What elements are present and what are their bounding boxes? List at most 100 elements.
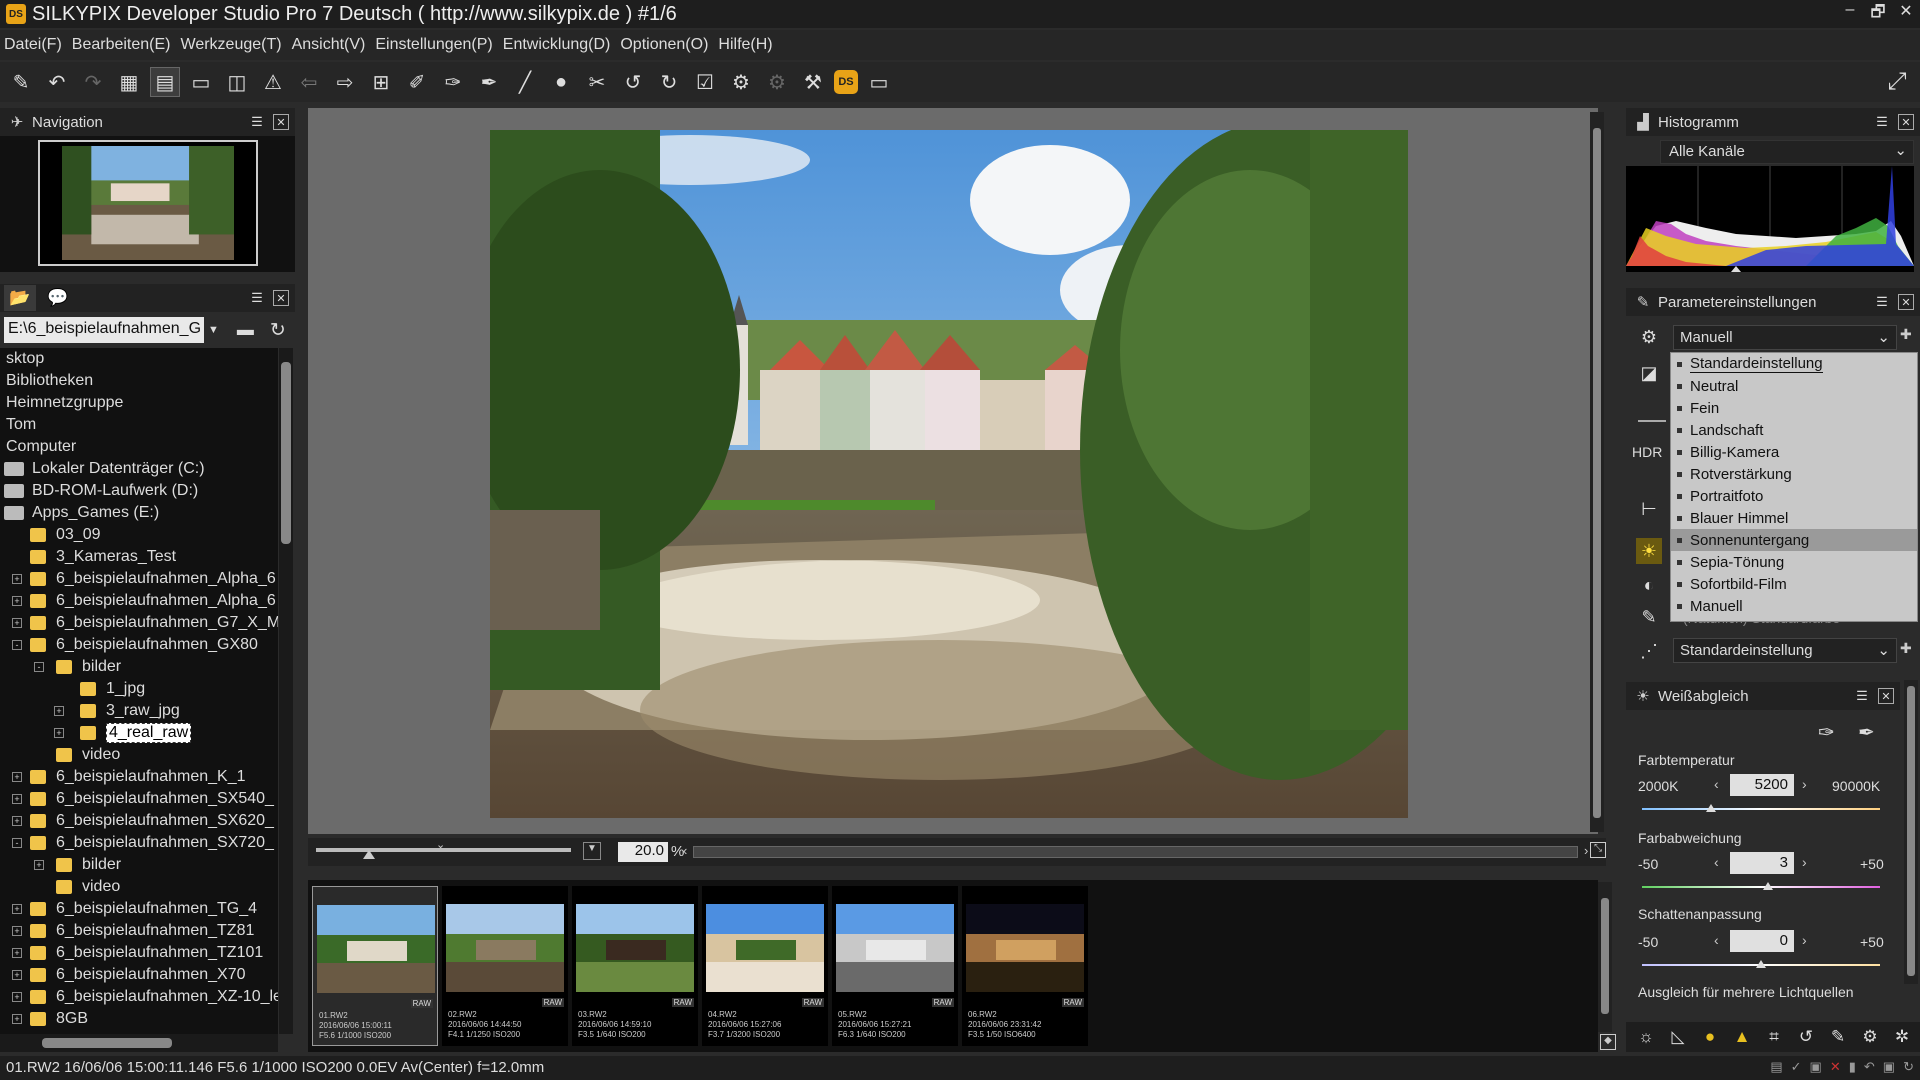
preset-select[interactable]: Manuell ⌄ — [1673, 325, 1897, 350]
tree-item[interactable]: +6_beispielaufnahmen_G7_X_M — [0, 612, 278, 634]
filmstrip-thumbnail[interactable]: RAW 06.RW2 2016/06/06 23:31:42 F3.5 1/50 IS… — [962, 886, 1088, 1046]
preset-option[interactable]: Portraitfoto — [1671, 485, 1917, 507]
scrollbar-thumb[interactable] — [42, 1038, 172, 1048]
panel-close-icon[interactable]: ✕ — [1898, 294, 1914, 310]
status-tag-icon[interactable]: ▮ — [1849, 1059, 1856, 1075]
pipette-wb-icon[interactable]: ✑ — [438, 67, 468, 97]
panel-close-icon[interactable]: ✕ — [1898, 114, 1914, 130]
next-icon[interactable]: ⇨ — [330, 67, 360, 97]
close-button[interactable]: ✕ — [1892, 1, 1920, 28]
noise-icon[interactable]: ⋰ — [1636, 638, 1662, 664]
exposure-icon[interactable]: ◪ — [1636, 360, 1662, 386]
pipette-skin-icon[interactable]: ✒ — [474, 67, 504, 97]
refresh-icon[interactable]: ↻ — [270, 319, 286, 342]
filmstrip-thumbnail[interactable]: RAW 02.RW2 2016/06/06 14:44:50 F4.1 1/1250 … — [442, 886, 568, 1046]
preset-option[interactable]: Fein — [1671, 397, 1917, 419]
folder-tab-icon[interactable]: 📂 — [4, 285, 36, 311]
panel-menu-icon[interactable]: ☰ — [249, 290, 265, 306]
status-delete-icon[interactable]: ✕ — [1830, 1059, 1841, 1075]
temp-input[interactable]: 5200 — [1730, 774, 1794, 796]
preset-option[interactable]: Rotverstärkung — [1671, 463, 1917, 485]
noise-shortcut-icon[interactable]: ✲ — [1890, 1027, 1914, 1047]
preset-option[interactable]: Sonnenuntergang — [1671, 529, 1917, 551]
tree-item[interactable]: video — [0, 744, 278, 766]
preset-option[interactable]: Billig-Kamera — [1671, 441, 1917, 463]
expand-icon[interactable]: + — [12, 904, 22, 914]
expand-icon[interactable]: + — [12, 970, 22, 980]
restore-button[interactable]: 🗗 — [1864, 1, 1892, 28]
expand-icon[interactable]: + — [12, 794, 22, 804]
menu-einstellungen[interactable]: Einstellungen(P) — [375, 36, 492, 54]
develop-icon[interactable]: ✎ — [6, 67, 36, 97]
tree-item[interactable]: +6_beispielaufnahmen_TZ81 — [0, 920, 278, 942]
scrollbar-thumb[interactable] — [1601, 898, 1609, 1014]
tree-item[interactable]: Heimnetzgruppe — [0, 392, 278, 414]
tree-item[interactable]: + bilder — [0, 854, 278, 876]
expand-icon[interactable]: + — [54, 728, 64, 738]
tree-item[interactable]: Apps_Games (E:) — [0, 502, 278, 524]
tree-item[interactable]: Computer — [0, 436, 278, 458]
hdr-label[interactable]: HDR — [1632, 444, 1662, 460]
scrollbar-thumb[interactable] — [1907, 686, 1915, 976]
filmstrip-nav-icon[interactable]: ◆ — [1600, 1034, 1616, 1050]
panel-menu-icon[interactable]: ☰ — [1874, 294, 1890, 310]
temp-slider[interactable] — [1642, 808, 1880, 810]
redo-icon[interactable]: ↷ — [78, 67, 108, 97]
rotate-left-icon[interactable]: ↺ — [618, 67, 648, 97]
tone-curve-icon[interactable]: ◺ — [1666, 1027, 1690, 1047]
warning-icon[interactable]: ⚠ — [258, 67, 288, 97]
contrast-icon[interactable]: ◐ — [1636, 572, 1662, 598]
rotate-right-icon[interactable]: ↻ — [654, 67, 684, 97]
expand-icon[interactable]: + — [54, 706, 64, 716]
menu-werkzeuge[interactable]: Werkzeuge(T) — [181, 36, 282, 54]
tree-item[interactable]: 1_jpg — [0, 678, 278, 700]
expand-icon[interactable]: + — [12, 596, 22, 606]
tree-item[interactable]: 03_09 — [0, 524, 278, 546]
fit-icon[interactable]: ⤡ — [1590, 842, 1606, 858]
undo-icon[interactable]: ↶ — [42, 67, 72, 97]
deviation-input[interactable]: 3 — [1730, 852, 1794, 874]
exposure-shortcut-icon[interactable]: ☼ — [1634, 1027, 1658, 1047]
pipette-icon[interactable]: ✑ — [1818, 720, 1835, 745]
viewer-vscrollbar[interactable] — [1590, 112, 1604, 832]
filmstrip-thumbnail[interactable]: RAW 04.RW2 2016/06/06 15:27:06 F3.7 1/3200 … — [702, 886, 828, 1046]
tree-hscrollbar[interactable] — [0, 1034, 278, 1052]
zoom-dropdown-icon[interactable]: ▼ — [583, 842, 601, 860]
filmstrip-thumbnail[interactable]: RAW 03.RW2 2016/06/06 14:59:10 F3.5 1/640 I… — [572, 886, 698, 1046]
tree-item[interactable]: +6_beispielaufnahmen_SX620_ — [0, 810, 278, 832]
brush-icon[interactable]: ╱ — [510, 67, 540, 97]
comment-tab-icon[interactable]: 💬 — [42, 285, 74, 311]
decrease-icon[interactable]: ‹ — [1714, 776, 1719, 792]
crop-shortcut-icon[interactable]: ⌗ — [1762, 1027, 1786, 1047]
pipette-multi-icon[interactable]: ✒ — [1858, 720, 1875, 745]
sun-icon[interactable]: ☀ — [1636, 538, 1662, 564]
filmstrip-thumbnail[interactable]: RAW 05.RW2 2016/06/06 15:27:21 F6.3 1/640 I… — [832, 886, 958, 1046]
tree-item[interactable]: video — [0, 876, 278, 898]
pipette-gray-icon[interactable]: ✐ — [402, 67, 432, 97]
tree-item[interactable]: +6_beispielaufnahmen_K_1 — [0, 766, 278, 788]
grid-view-icon[interactable]: ▦ — [114, 67, 144, 97]
panel-menu-icon[interactable]: ☰ — [249, 114, 265, 130]
collapse-icon[interactable]: - — [34, 662, 44, 672]
status-undo-icon[interactable]: ↶ — [1864, 1059, 1875, 1075]
single-view-icon[interactable]: ▭ — [186, 67, 216, 97]
minimize-button[interactable]: – — [1836, 1, 1864, 28]
increase-icon[interactable]: › — [1802, 854, 1807, 870]
preset-option[interactable]: Sofortbild-Film — [1671, 573, 1917, 595]
menu-entwicklung[interactable]: Entwicklung(D) — [503, 36, 611, 54]
histogram-channel-select[interactable]: Alle Kanäle ⌄ — [1660, 140, 1914, 164]
expand-icon[interactable]: + — [12, 1014, 22, 1024]
panel-close-icon[interactable]: ✕ — [273, 290, 289, 306]
tree-item[interactable]: sktop — [0, 348, 278, 370]
add-preset-icon[interactable]: ✚ — [1900, 326, 1912, 343]
panel-menu-icon[interactable]: ☰ — [1854, 688, 1870, 704]
collapse-icon[interactable]: - — [12, 640, 22, 650]
expand-icon[interactable]: + — [12, 948, 22, 958]
status-list-icon[interactable]: ▤ — [1770, 1059, 1782, 1075]
gear-shortcut-icon[interactable]: ⚙ — [1858, 1027, 1882, 1047]
panel-menu-icon[interactable]: ☰ — [1874, 114, 1890, 130]
preset-option[interactable]: Landschaft — [1671, 419, 1917, 441]
expand-icon[interactable]: + — [34, 860, 44, 870]
right-scrollbar[interactable] — [1904, 680, 1918, 984]
image-viewer[interactable] — [308, 108, 1598, 834]
